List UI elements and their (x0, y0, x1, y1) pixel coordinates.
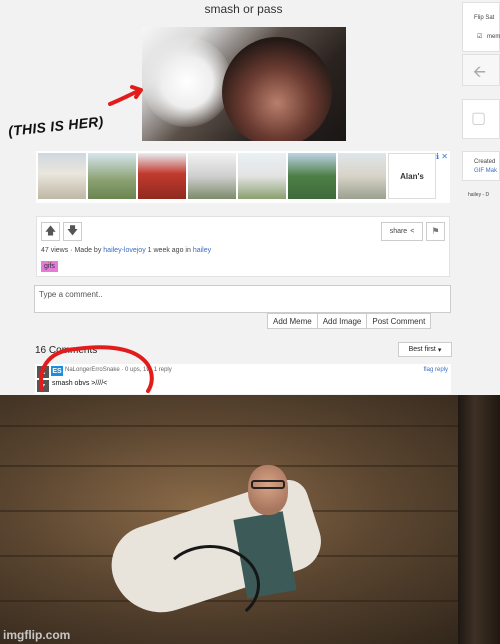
sidebar-text-1: Created (474, 159, 496, 165)
share-icon: < (410, 228, 415, 235)
floor-line (0, 425, 500, 427)
share-button[interactable]: share < (381, 222, 423, 241)
sidebar-box-top: Flip Sat ☑ mem (462, 2, 500, 52)
reaction-image: imgflip.com (0, 395, 500, 644)
checkbox-icon[interactable]: ☑ (477, 33, 482, 40)
tag-badge[interactable]: gifs (41, 261, 58, 272)
image-icon: ▢ (471, 110, 487, 127)
sidebar-box-bottom: Created GIF Mak (462, 151, 500, 181)
screenshot-panel: smash or pass (THIS IS HER) Alan's ℹ ✕ 🡅… (0, 0, 500, 395)
flag-button[interactable]: ⚑ (426, 222, 445, 241)
add-image-button[interactable]: Add Image (316, 313, 368, 329)
sort-label: Best first (408, 346, 436, 353)
downvote-button[interactable]: 🡇 (63, 222, 82, 241)
views-count: 47 views (41, 247, 69, 254)
image-placeholder: ▢ (462, 99, 500, 139)
comment-actions: Add Meme Add Image Post Comment (267, 313, 432, 329)
made-by-label: Made by (74, 247, 102, 254)
author-link[interactable]: hailey-lovejoy (103, 247, 145, 254)
glasses (251, 480, 285, 489)
lamp-glow (142, 37, 232, 127)
checkbox-label: mem (487, 34, 500, 40)
ad-image[interactable] (38, 153, 86, 199)
ad-logo[interactable]: Alan's (388, 153, 436, 199)
ad-info-icon[interactable]: ℹ ✕ (436, 152, 448, 161)
right-sidebar: Flip Sat ☑ mem 🡨 ▢ Created GIF Mak haile… (462, 0, 500, 210)
post-meta: 47 views · Made by hailey-lovejoy 1 week… (41, 247, 212, 254)
back-arrow-button[interactable]: 🡨 (462, 54, 500, 86)
hose (160, 545, 260, 625)
ad-image[interactable] (338, 153, 386, 199)
upvote-button[interactable]: 🡅 (41, 222, 60, 241)
sidebar-label: Flip Sat (474, 15, 495, 21)
annotation-text: (THIS IS HER) (7, 113, 105, 139)
floor-line (0, 465, 500, 467)
sort-dropdown[interactable]: Best first ▾ (398, 342, 452, 357)
sidebar-text-2[interactable]: GIF Mak (474, 168, 497, 174)
comment-input[interactable]: Type a comment.. (34, 285, 451, 313)
ad-image[interactable] (288, 153, 336, 199)
ad-banner[interactable]: Alan's ℹ ✕ (36, 151, 450, 203)
ad-image[interactable] (188, 153, 236, 199)
post-image (142, 27, 346, 141)
chevron-down-icon: ▾ (437, 346, 442, 354)
post-actions-card: 🡅 🡇 share < ⚑ 47 views · Made by hailey-… (36, 216, 450, 277)
person-figure (222, 37, 332, 141)
ad-image[interactable] (238, 153, 286, 199)
watermark: imgflip.com (3, 628, 71, 642)
post-title: smash or pass (204, 2, 283, 16)
add-meme-button[interactable]: Add Meme (267, 313, 318, 329)
door-frame (458, 395, 500, 644)
stream-link[interactable]: hailey (193, 247, 211, 254)
head (248, 465, 288, 515)
sidebar-footer: hailey - D (468, 192, 490, 198)
time-ago: 1 week ago in (147, 247, 191, 254)
comment-flag-reply[interactable]: flag reply (424, 367, 448, 373)
ad-image[interactable] (88, 153, 136, 199)
share-label: share (389, 228, 408, 235)
ad-image[interactable] (138, 153, 186, 199)
post-comment-button[interactable]: Post Comment (366, 313, 432, 329)
arrow-left-icon: 🡨 (473, 64, 486, 81)
red-circle-annotation-icon (39, 345, 154, 393)
arrow-annotation-icon (108, 85, 143, 106)
